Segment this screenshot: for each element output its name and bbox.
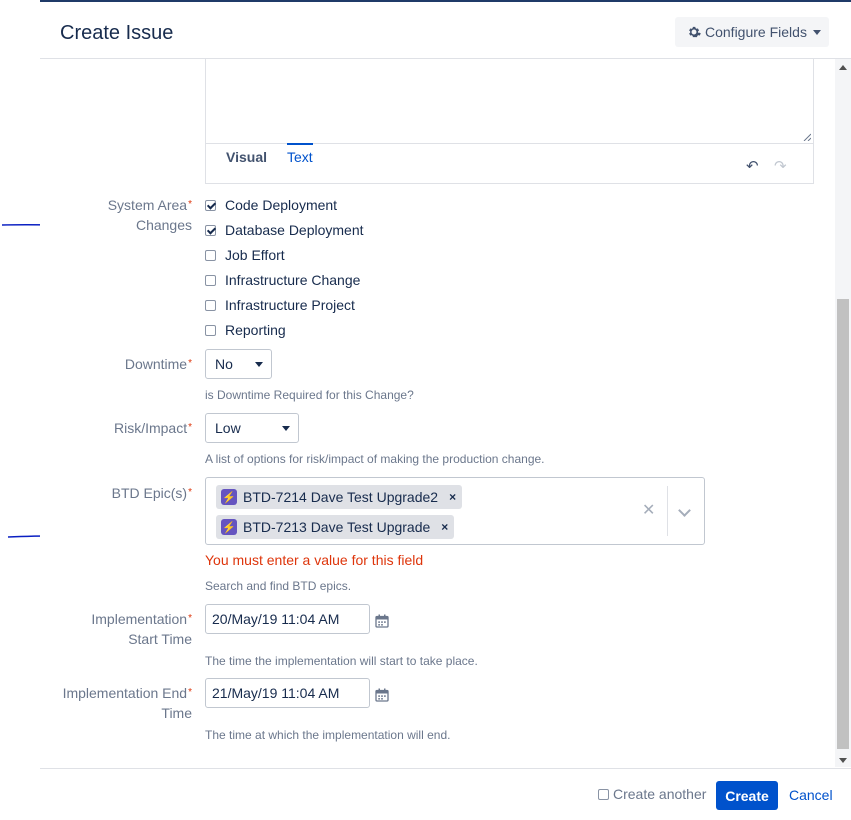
checkbox[interactable]	[205, 274, 216, 286]
create-button[interactable]: Create	[716, 781, 778, 810]
checkbox-infrastructure-project[interactable]: Infrastructure Project	[205, 295, 355, 315]
downtime-label: Downtime*	[124, 356, 192, 372]
checkbox-job-effort[interactable]: Job Effort	[205, 245, 285, 265]
impl-end-help: The time at which the implementation wil…	[205, 728, 451, 742]
redo-icon[interactable]: ↷	[774, 157, 787, 175]
impl-start-input[interactable]: 20/May/19 11:04 AM	[205, 604, 370, 634]
configure-fields-button[interactable]: Configure Fields	[675, 17, 829, 47]
create-another-checkbox[interactable]: Create another	[598, 786, 706, 802]
chevron-down-icon	[812, 29, 821, 35]
scrollbar[interactable]	[835, 59, 851, 767]
impl-start-help: The time the implementation will start t…	[205, 654, 478, 668]
risk-impact-select[interactable]: Low	[205, 413, 299, 443]
epic-icon: ⚡	[221, 489, 237, 505]
epic-chip: ⚡ BTD-7213 Dave Test Upgrade ×	[216, 515, 455, 539]
description-textarea[interactable]	[206, 59, 813, 144]
tab-visual[interactable]: Visual	[226, 143, 267, 177]
description-editor: Visual Text ↶ ↷	[205, 59, 814, 184]
checkbox[interactable]	[205, 199, 216, 211]
scrollbar-thumb[interactable]	[837, 299, 849, 749]
checkbox[interactable]	[205, 299, 216, 311]
epic-icon: ⚡	[221, 519, 237, 535]
btd-epics-help: Search and find BTD epics.	[205, 579, 352, 593]
divider	[667, 486, 668, 536]
resize-handle-icon[interactable]	[803, 133, 811, 141]
system-area-label: System Area* Changes	[107, 197, 192, 233]
remove-chip-icon[interactable]: ×	[441, 520, 448, 534]
scroll-up-icon[interactable]	[839, 65, 847, 70]
btd-epics-error: You must enter a value for this field	[205, 552, 424, 568]
tab-text[interactable]: Text	[287, 143, 313, 177]
calendar-icon[interactable]	[375, 614, 389, 628]
dialog-header: Create Issue Configure Fields	[40, 2, 851, 59]
checkbox-reporting[interactable]: Reporting	[205, 320, 286, 340]
dialog-body: Visual Text ↶ ↷ System Area* Changes Cod…	[40, 59, 835, 767]
required-marker: *	[188, 613, 192, 624]
dialog-title: Create Issue	[60, 22, 174, 44]
checkbox[interactable]	[205, 324, 216, 336]
downtime-help: is Downtime Required for this Change?	[205, 388, 414, 402]
chevron-down-icon[interactable]	[678, 504, 691, 517]
impl-end-label: Implementation End* Time	[62, 685, 192, 721]
dialog-footer: Create another Create Cancel	[40, 768, 851, 820]
required-marker: *	[188, 358, 192, 369]
checkbox-database-deployment[interactable]: Database Deployment	[205, 220, 364, 240]
checkbox[interactable]	[205, 249, 216, 261]
impl-start-label: Implementation* Start Time	[91, 611, 192, 647]
cancel-link[interactable]: Cancel	[789, 787, 833, 803]
risk-impact-label: Risk/Impact*	[113, 420, 192, 436]
remove-chip-icon[interactable]: ×	[449, 490, 456, 504]
create-issue-dialog: Create Issue Configure Fields Visual Tex…	[40, 0, 851, 818]
btd-epics-label: BTD Epic(s)*	[111, 485, 192, 501]
checkbox-code-deployment[interactable]: Code Deployment	[205, 195, 337, 215]
undo-icon[interactable]: ↶	[746, 157, 759, 175]
editor-tabs: Visual Text	[226, 143, 333, 183]
risk-impact-help: A list of options for risk/impact of mak…	[205, 452, 545, 466]
checkbox-infrastructure-change[interactable]: Infrastructure Change	[205, 270, 360, 290]
checkbox[interactable]	[598, 788, 609, 800]
downtime-select[interactable]: No	[205, 349, 272, 379]
epic-chip: ⚡ BTD-7214 Dave Test Upgrade2 ×	[216, 485, 463, 509]
required-marker: *	[188, 199, 192, 210]
required-marker: *	[188, 487, 192, 498]
gear-icon	[689, 26, 701, 38]
impl-end-input[interactable]: 21/May/19 11:04 AM	[205, 678, 370, 708]
clear-all-icon[interactable]: ✕	[642, 500, 655, 520]
required-marker: *	[188, 687, 192, 698]
btd-epics-picker[interactable]: ⚡ BTD-7214 Dave Test Upgrade2 × ⚡ BTD-72…	[205, 477, 705, 545]
required-marker: *	[188, 422, 192, 433]
dropdown-arrow-icon	[255, 362, 263, 367]
dropdown-arrow-icon	[282, 426, 290, 431]
checkbox[interactable]	[205, 224, 216, 236]
calendar-icon[interactable]	[375, 688, 389, 702]
scroll-down-icon[interactable]	[839, 758, 847, 763]
configure-fields-label: Configure Fields	[705, 24, 807, 40]
